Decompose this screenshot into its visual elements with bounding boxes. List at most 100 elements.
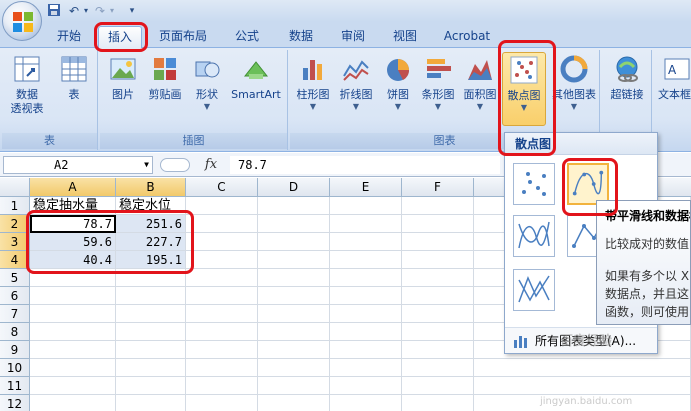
grid-cell[interactable] [186, 377, 258, 395]
grid-cell[interactable] [258, 377, 330, 395]
grid-cell[interactable] [258, 395, 330, 411]
grid-cell[interactable] [258, 197, 330, 215]
cell-b2[interactable]: 251.6 [116, 215, 186, 233]
grid-cell[interactable] [258, 215, 330, 233]
scatter-straight-lines-option[interactable] [513, 269, 555, 311]
grid-cell[interactable] [402, 287, 474, 305]
cell-a2[interactable]: 78.7 [30, 215, 116, 233]
cell-b3[interactable]: 227.7 [116, 233, 186, 251]
grid-cell[interactable] [30, 395, 116, 411]
grid-cell[interactable] [330, 305, 402, 323]
grid-cell[interactable] [186, 197, 258, 215]
row-header-5[interactable]: 5 [0, 269, 30, 287]
save-icon[interactable] [46, 3, 62, 19]
row-header-12[interactable]: 12 [0, 395, 30, 411]
cell-a4[interactable]: 40.4 [30, 251, 116, 269]
column-header-c[interactable]: C [186, 178, 258, 197]
row-header-11[interactable]: 11 [0, 377, 30, 395]
grid-cell[interactable] [30, 323, 116, 341]
select-all-corner[interactable] [0, 178, 30, 197]
grid-cell[interactable] [330, 233, 402, 251]
column-header-a[interactable]: A [30, 178, 116, 197]
tab-view[interactable]: 视图 [382, 26, 428, 48]
area-chart-button[interactable]: 面积图 ▼ [460, 54, 500, 112]
grid-cell[interactable] [402, 251, 474, 269]
cell-a3[interactable]: 59.6 [30, 233, 116, 251]
grid-cell[interactable] [402, 323, 474, 341]
scatter-smooth-lines-option[interactable] [513, 215, 555, 257]
grid-cell[interactable] [30, 287, 116, 305]
cell-b1[interactable]: 稳定水位 [116, 197, 186, 215]
row-header-7[interactable]: 7 [0, 305, 30, 323]
grid-cell[interactable] [402, 341, 474, 359]
tab-insert[interactable]: 插入 [98, 26, 142, 48]
table-button[interactable]: 表 [54, 54, 94, 102]
grid-cell[interactable] [30, 269, 116, 287]
grid-cell[interactable] [116, 359, 186, 377]
grid-cell[interactable] [116, 341, 186, 359]
grid-cell[interactable] [186, 359, 258, 377]
formula-input[interactable]: 78.7 [230, 156, 500, 174]
grid-cell[interactable] [474, 377, 691, 395]
row-header-6[interactable]: 6 [0, 287, 30, 305]
grid-cell[interactable] [30, 305, 116, 323]
name-box-dropdown-icon[interactable]: ▼ [144, 157, 149, 173]
grid-cell[interactable] [402, 305, 474, 323]
grid-cell[interactable] [186, 341, 258, 359]
grid-cell[interactable] [402, 233, 474, 251]
grid-cell[interactable] [186, 251, 258, 269]
customize-qat-icon[interactable]: ▾ [124, 3, 140, 19]
bar-chart-button[interactable]: 条形图 ▼ [418, 54, 458, 112]
grid-cell[interactable] [402, 377, 474, 395]
column-header-e[interactable]: E [330, 178, 402, 197]
scatter-chart-button[interactable]: 散点图 ▼ [502, 52, 546, 126]
grid-cell[interactable] [116, 287, 186, 305]
grid-cell[interactable] [330, 197, 402, 215]
grid-cell[interactable] [330, 395, 402, 411]
grid-cell[interactable] [402, 215, 474, 233]
grid-cell[interactable] [116, 395, 186, 411]
formula-bar-splitter[interactable] [160, 158, 190, 172]
office-button[interactable] [2, 1, 42, 41]
grid-cell[interactable] [330, 323, 402, 341]
cell-a1[interactable]: 稳定抽水量 [30, 197, 116, 215]
grid-cell[interactable] [258, 323, 330, 341]
tab-page-layout[interactable]: 页面布局 [150, 26, 216, 48]
grid-cell[interactable] [258, 287, 330, 305]
textbox-button[interactable]: A 文本框 [658, 54, 691, 102]
grid-cell[interactable] [402, 269, 474, 287]
grid-cell[interactable] [258, 341, 330, 359]
grid-cell[interactable] [116, 323, 186, 341]
column-header-f[interactable]: F [402, 178, 474, 197]
cell-b4[interactable]: 195.1 [116, 251, 186, 269]
grid-cell[interactable] [116, 269, 186, 287]
insert-function-button[interactable]: fx [196, 156, 226, 174]
grid-cell[interactable] [402, 395, 474, 411]
grid-cell[interactable] [186, 287, 258, 305]
grid-cell[interactable] [330, 251, 402, 269]
pie-chart-button[interactable]: 饼图 ▼ [382, 54, 414, 112]
tab-review[interactable]: 审阅 [330, 26, 376, 48]
line-chart-button[interactable]: 折线图 ▼ [336, 54, 376, 112]
picture-button[interactable]: 图片 [106, 54, 140, 102]
row-header-10[interactable]: 10 [0, 359, 30, 377]
tab-data[interactable]: 数据 [278, 26, 324, 48]
grid-cell[interactable] [116, 377, 186, 395]
grid-cell[interactable] [186, 233, 258, 251]
grid-cell[interactable] [186, 395, 258, 411]
grid-cell[interactable] [186, 269, 258, 287]
redo-dropdown-icon[interactable]: ▾ [104, 3, 120, 19]
grid-cell[interactable] [474, 359, 691, 377]
name-box[interactable]: A2 ▼ [3, 156, 153, 174]
grid-cell[interactable] [330, 215, 402, 233]
pivot-table-button[interactable]: 数据 透视表 [6, 54, 48, 116]
row-header-1[interactable]: 1 [0, 197, 30, 215]
grid-cell[interactable] [30, 359, 116, 377]
grid-cell[interactable] [330, 269, 402, 287]
column-header-b[interactable]: B [116, 178, 186, 197]
grid-cell[interactable] [116, 305, 186, 323]
column-header-d[interactable]: D [258, 178, 330, 197]
row-header-3[interactable]: 3 [0, 233, 30, 251]
grid-cell[interactable] [186, 305, 258, 323]
grid-cell[interactable] [258, 233, 330, 251]
